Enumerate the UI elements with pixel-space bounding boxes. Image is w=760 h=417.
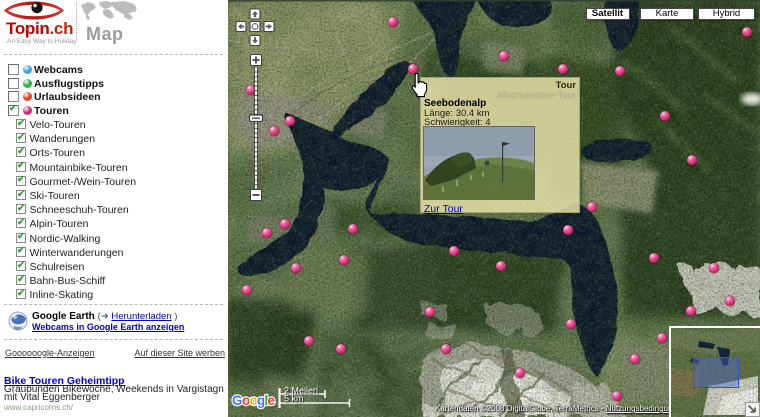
svg-text:G: G <box>232 393 243 408</box>
svg-text:e: e <box>268 393 276 408</box>
svg-text:5 km: 5 km <box>284 394 304 404</box>
